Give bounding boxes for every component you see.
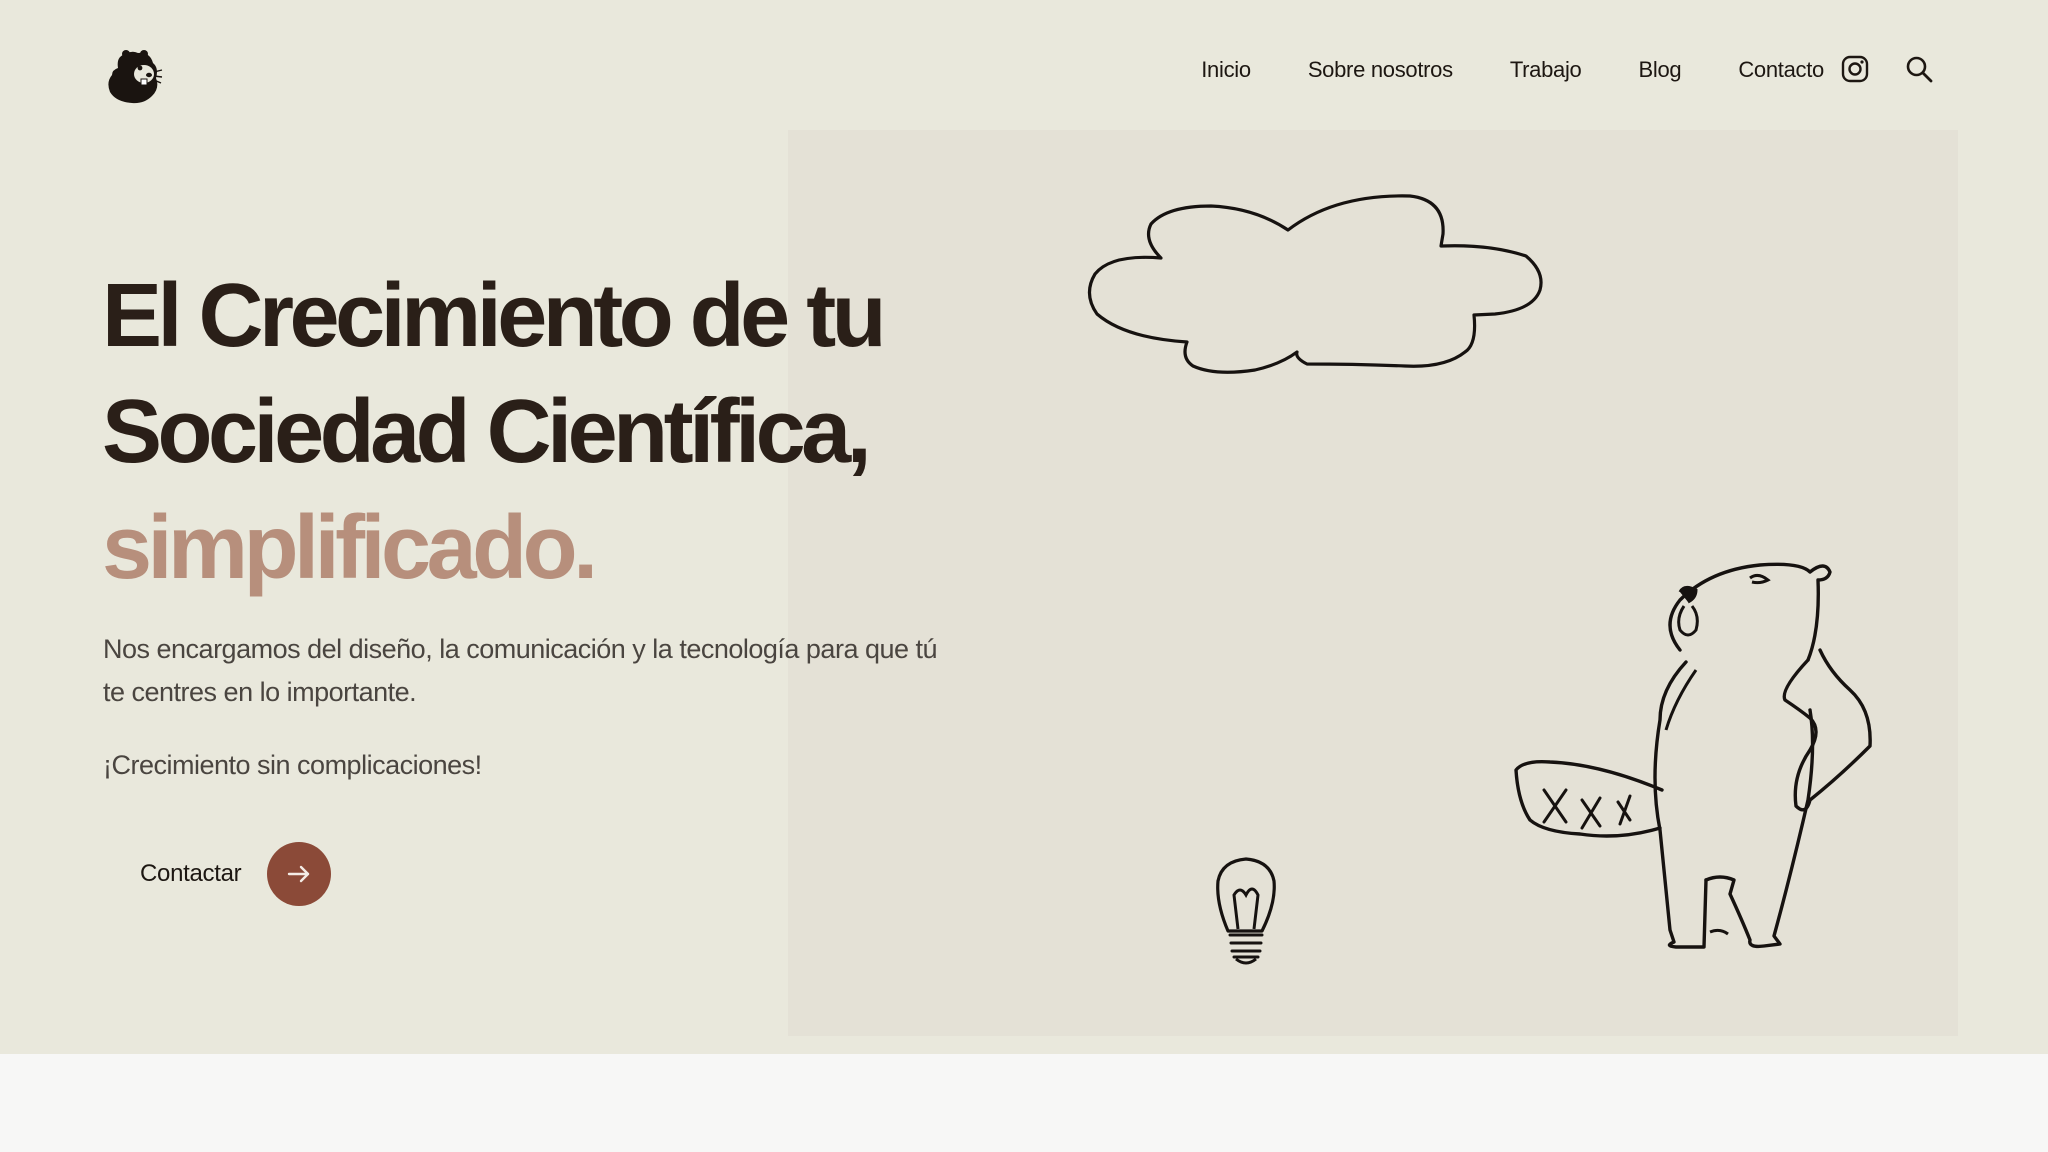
hero-subtitle: Nos encargamos del diseño, la comunicaci… [103, 634, 938, 707]
nav-link-blog[interactable]: Blog [1639, 57, 1682, 83]
arrow-right-icon [267, 842, 332, 906]
headline-line-2: Sociedad Científica, [102, 382, 872, 482]
hero-tagline: ¡Crecimiento sin complicaciones! [103, 750, 482, 780]
contact-cta-button[interactable]: Contactar [140, 842, 332, 906]
instagram-icon[interactable] [1840, 54, 1870, 84]
cloud-drawing [1087, 194, 1543, 374]
beaver-logo-icon[interactable] [104, 48, 164, 106]
headline-line-1: El Crecimiento de tu [102, 266, 887, 366]
lightbulb-drawing [1216, 857, 1276, 965]
cta-label: Contactar [140, 860, 242, 887]
site-header: Inicio Sobre nosotros Trabajo Blog Conta… [0, 0, 2048, 140]
beaver-drawing [1514, 562, 1872, 949]
hero-headline: El Crecimiento de tu Sociedad Científica… [102, 258, 1002, 606]
nav-link-trabajo[interactable]: Trabajo [1510, 57, 1582, 83]
nav-link-contacto[interactable]: Contacto [1738, 57, 1824, 83]
main-nav: Inicio Sobre nosotros Trabajo Blog Conta… [1201, 52, 1824, 88]
lower-section [0, 1054, 2048, 1152]
headline-accent: simplificado. [102, 498, 598, 598]
nav-link-sobre-nosotros[interactable]: Sobre nosotros [1308, 57, 1453, 83]
search-icon[interactable] [1904, 54, 1934, 84]
nav-link-inicio[interactable]: Inicio [1201, 57, 1251, 83]
